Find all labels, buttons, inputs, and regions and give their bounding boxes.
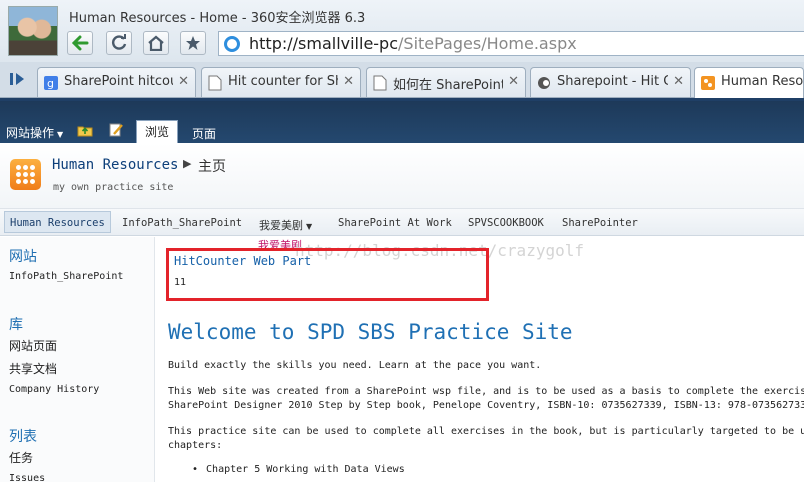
ribbon-tab-browse[interactable]: 浏览 <box>136 120 178 143</box>
tab-human-resources[interactable]: Human Resources <box>694 67 804 98</box>
topnav-item-meiju[interactable]: 我爱美剧 ▼ <box>259 214 312 236</box>
ql-item-issues[interactable]: Issues <box>9 473 45 482</box>
address-path: /SitePages/Home.aspx <box>398 34 577 53</box>
top-nav: Human Resources InfoPath_SharePoint 我爱美剧… <box>0 209 804 236</box>
site-logo-icon[interactable] <box>10 159 41 190</box>
breadcrumb-arrow-icon: ▶ <box>183 157 192 170</box>
favorite-button[interactable] <box>180 31 206 55</box>
topnav-item-sharepointer[interactable]: SharePointer <box>562 214 638 236</box>
topnav-item-infopath[interactable]: InfoPath_SharePoint <box>122 214 242 236</box>
list-item: Chapter 5 Working with Data Views <box>192 464 405 475</box>
intro-paragraph: Build exactly the skills you need. Learn… <box>168 360 542 371</box>
page-icon <box>373 75 387 91</box>
page-heading: Welcome to SPD SBS Practice Site <box>168 320 573 344</box>
page-icon <box>208 75 222 91</box>
hit-count-value: 11 <box>174 277 187 288</box>
back-button[interactable] <box>67 31 93 55</box>
ql-heading-lists[interactable]: 列表 <box>9 426 37 446</box>
navigate-up-icon[interactable] <box>77 123 93 137</box>
site-actions-label: 网站操作 <box>6 126 55 140</box>
google-icon: g <box>44 76 58 90</box>
tab-hit-counter[interactable]: Hit counter for SharePoint ✕ <box>201 67 361 97</box>
chevron-down-icon: ▼ <box>57 130 64 139</box>
sidebar-toggle-icon[interactable] <box>8 69 28 89</box>
refresh-button[interactable] <box>106 31 132 55</box>
close-icon[interactable]: ✕ <box>343 74 354 89</box>
close-icon[interactable]: ✕ <box>178 74 189 89</box>
paragraph-line: SharePoint Designer 2010 Step by Step bo… <box>168 400 804 411</box>
tab-label: Human Resources <box>721 74 804 89</box>
ribbon: 网站操作 ▼ 浏览 页面 <box>0 101 804 143</box>
site-description: my own practice site <box>53 182 174 193</box>
close-icon[interactable]: ✕ <box>673 74 684 89</box>
back-arrow-icon <box>71 35 89 51</box>
ribbon-tab-page[interactable]: 页面 <box>192 125 216 142</box>
tab-label: 如何在 SharePoint 网站 <box>393 78 503 93</box>
ql-heading-sites[interactable]: 网站 <box>9 246 37 266</box>
ql-heading-libraries[interactable]: 库 <box>9 314 23 334</box>
csdn-icon <box>538 77 550 89</box>
ql-item-company-history[interactable]: Company History <box>9 384 99 395</box>
webpart-title[interactable]: HitCounter Web Part <box>174 254 311 268</box>
tab-howto-sharepoint[interactable]: 如何在 SharePoint 网站 ✕ <box>366 67 526 97</box>
paragraph-line: chapters: <box>168 440 223 451</box>
ql-item-tasks[interactable]: 任务 <box>9 449 33 466</box>
security-icon[interactable] <box>224 36 240 52</box>
home-button[interactable] <box>143 31 169 55</box>
site-title-area: Human Resources ▶ 主页 my own practice sit… <box>0 143 804 209</box>
site-title-link[interactable]: Human Resources <box>52 157 178 173</box>
tab-label: Sharepoint - Hit Counter <box>557 74 668 89</box>
sharepoint-icon <box>701 76 715 90</box>
ql-item-shared-documents[interactable]: 共享文档 <box>9 360 57 377</box>
topnav-item-spvscookbook[interactable]: SPVSCOOKBOOK <box>468 214 544 236</box>
star-icon <box>186 36 200 50</box>
browser-title-bar: Human Resources - Home - 360安全浏览器 6.3 ht… <box>0 0 804 62</box>
topnav-item-human-resources[interactable]: Human Resources <box>4 211 111 233</box>
svg-text:g: g <box>47 77 54 90</box>
paragraph-line: This practice site can be used to comple… <box>168 426 804 437</box>
topnav-item-label: 我爱美剧 <box>259 219 303 232</box>
user-avatar[interactable] <box>8 6 58 56</box>
tab-sharepoint-hit-counter[interactable]: Sharepoint - Hit Counter ✕ <box>530 67 691 97</box>
ql-item-site-pages[interactable]: 网站页面 <box>9 337 57 354</box>
ql-item-infopath[interactable]: InfoPath_SharePoint <box>9 271 123 282</box>
tab-label: SharePoint hitcount <box>64 74 173 89</box>
refresh-icon <box>112 34 127 50</box>
window-title: Human Resources - Home - 360安全浏览器 6.3 <box>69 11 366 26</box>
address-url[interactable]: http://smallville-pc/SitePages/Home.aspx <box>249 34 577 53</box>
address-host: http://smallville-pc <box>249 34 399 53</box>
edit-page-icon[interactable] <box>108 122 124 138</box>
site-actions-menu[interactable]: 网站操作 ▼ <box>6 124 63 141</box>
tab-bar: g SharePoint hitcount ✕ Hit counter for … <box>0 62 804 98</box>
topnav-item-sharepoint-at-work[interactable]: SharePoint At Work <box>338 214 452 236</box>
tab-label: Hit counter for SharePoint <box>228 74 338 89</box>
tab-sharepoint-hitcount[interactable]: g SharePoint hitcount ✕ <box>37 67 196 97</box>
quick-launch: 网站 InfoPath_SharePoint 库 网站页面 共享文档 Compa… <box>0 237 155 482</box>
address-bar[interactable]: http://smallville-pc/SitePages/Home.aspx <box>218 31 804 56</box>
page-title: 主页 <box>198 159 226 175</box>
chevron-down-icon: ▼ <box>306 222 313 231</box>
close-icon[interactable]: ✕ <box>508 74 519 89</box>
paragraph-line: This Web site was created from a SharePo… <box>168 386 804 397</box>
home-icon <box>148 35 164 51</box>
